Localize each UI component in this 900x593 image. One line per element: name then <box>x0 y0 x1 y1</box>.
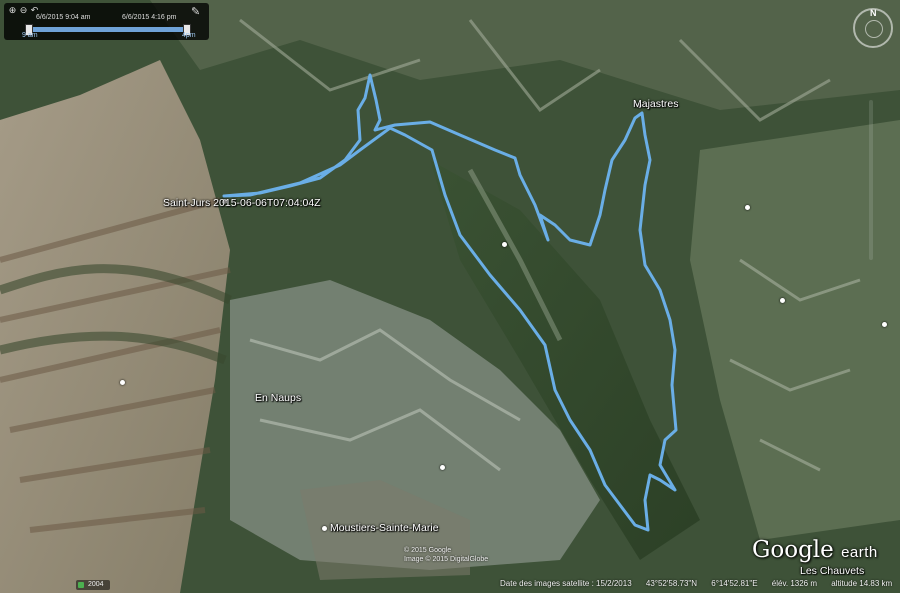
place-label-moustiers[interactable]: Moustiers-Sainte-Marie <box>330 522 439 534</box>
track-label[interactable]: Saint-Jurs 2015-06-06T07:04:04Z <box>163 197 321 209</box>
zoom-out-icon[interactable]: ⊖ <box>19 6 28 15</box>
poi-pin[interactable] <box>745 205 750 210</box>
history-icon <box>78 582 84 588</box>
latitude: 43°52'58.73"N <box>645 579 698 588</box>
poi-pin[interactable] <box>882 322 887 327</box>
zoom-slider[interactable] <box>869 100 873 260</box>
imagery-date: Date des images satellite : 15/2/2013 <box>500 579 632 588</box>
place-label-majastres[interactable]: Majastres <box>633 98 679 110</box>
google-earth-logo: Google earth <box>752 537 878 563</box>
copyright: © 2015 Google Image © 2015 DigitalGlobe <box>404 547 489 563</box>
status-bar: Date des images satellite : 15/2/2013 43… <box>500 579 900 588</box>
elevation: élév. 1326 m <box>771 579 818 588</box>
moustiers-pin[interactable] <box>322 526 327 531</box>
eye-altitude: altitude 14.83 km <box>831 579 893 588</box>
longitude: 6°14'52.81"E <box>711 579 758 588</box>
wrench-icon[interactable]: ✎ <box>191 6 203 18</box>
time-left-tick: 9 am <box>22 32 38 39</box>
north-indicator: N <box>870 8 877 18</box>
poi-pin[interactable] <box>120 380 125 385</box>
time-start-label: 6/6/2015 9:04 am <box>36 14 91 21</box>
place-label-les-chauvets[interactable]: Les Chauvets <box>800 565 864 577</box>
poi-pin[interactable] <box>440 465 445 470</box>
time-right-tick: 4pm <box>182 32 196 39</box>
place-label-en-naups[interactable]: En Naups <box>255 392 301 404</box>
time-slider-track[interactable] <box>25 24 191 36</box>
poi-pin[interactable] <box>502 242 507 247</box>
zoom-in-icon[interactable]: ⊕ <box>8 6 17 15</box>
map-viewport[interactable]: Majastres Saint-Jurs 2015-06-06T07:04:04… <box>0 0 900 593</box>
poi-pin[interactable] <box>780 298 785 303</box>
satellite-terrain[interactable] <box>0 0 900 593</box>
compass-icon[interactable]: N <box>853 8 893 48</box>
time-slider-panel: ⊕ ⊖ ↶ 6/6/2015 9:04 am 6/6/2015 4:16 pm … <box>4 3 209 40</box>
historical-imagery-chip[interactable]: 2004 <box>76 580 110 590</box>
time-end-label: 6/6/2015 4:16 pm <box>122 14 177 21</box>
